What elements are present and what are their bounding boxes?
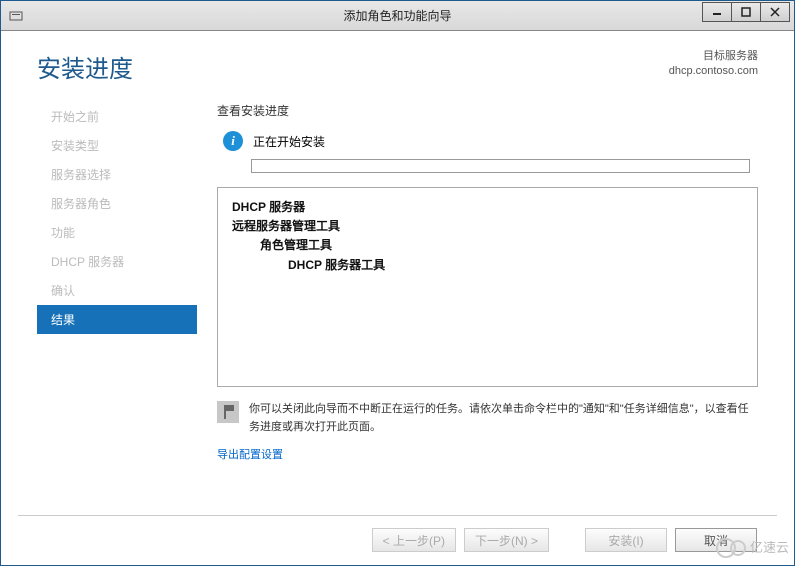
sidebar-item-features: 功能: [37, 218, 197, 247]
status-row: i 正在开始安装: [217, 131, 758, 151]
sidebar-item-before-begin: 开始之前: [37, 102, 197, 131]
main-panel: 查看安装进度 i 正在开始安装 DHCP 服务器 远程服务器管理工具 角色管理工…: [197, 102, 758, 462]
install-item: DHCP 服务器工具: [232, 256, 743, 275]
sidebar-item-server-roles: 服务器角色: [37, 189, 197, 218]
cancel-button[interactable]: 取消: [675, 528, 757, 552]
export-config-link[interactable]: 导出配置设置: [217, 446, 283, 462]
section-label: 查看安装进度: [217, 102, 758, 119]
install-item: DHCP 服务器: [232, 198, 743, 217]
sidebar-item-server-select: 服务器选择: [37, 160, 197, 189]
target-server-block: 目标服务器 dhcp.contoso.com: [669, 49, 758, 80]
install-button: 安装(I): [585, 528, 667, 552]
maximize-button[interactable]: [731, 2, 761, 22]
note-text: 你可以关闭此向导而不中断正在运行的任务。请依次单击命令栏中的"通知"和"任务详细…: [249, 401, 758, 436]
flag-icon: [217, 401, 239, 423]
install-item: 角色管理工具: [232, 236, 743, 255]
install-details-box: DHCP 服务器 远程服务器管理工具 角色管理工具 DHCP 服务器工具: [217, 187, 758, 387]
status-text: 正在开始安装: [253, 133, 325, 150]
window-title: 添加角色和功能向导: [343, 7, 451, 24]
minimize-button[interactable]: [702, 2, 732, 22]
button-bar: < 上一步(P) 下一步(N) > 安装(I) 取消: [18, 515, 777, 562]
header: 安装进度 目标服务器 dhcp.contoso.com: [37, 49, 758, 84]
wizard-sidebar: 开始之前 安装类型 服务器选择 服务器角色 功能 DHCP 服务器 确认 结果: [37, 102, 197, 462]
next-button: 下一步(N) >: [464, 528, 549, 552]
sidebar-item-install-type: 安装类型: [37, 131, 197, 160]
target-server-label: 目标服务器: [669, 49, 758, 64]
sidebar-item-dhcp: DHCP 服务器: [37, 247, 197, 276]
info-icon: i: [223, 131, 243, 151]
install-item: 远程服务器管理工具: [232, 217, 743, 236]
target-server-value: dhcp.contoso.com: [669, 64, 758, 79]
sidebar-item-confirm: 确认: [37, 276, 197, 305]
progress-bar: [251, 159, 750, 173]
titlebar: 添加角色和功能向导: [1, 1, 794, 31]
page-title: 安装进度: [37, 49, 133, 84]
close-button[interactable]: [760, 2, 790, 22]
app-icon: [7, 7, 25, 25]
note-row: 你可以关闭此向导而不中断正在运行的任务。请依次单击命令栏中的"通知"和"任务详细…: [217, 401, 758, 436]
prev-button: < 上一步(P): [372, 528, 456, 552]
sidebar-item-results[interactable]: 结果: [37, 305, 197, 334]
window-controls: [703, 2, 790, 24]
